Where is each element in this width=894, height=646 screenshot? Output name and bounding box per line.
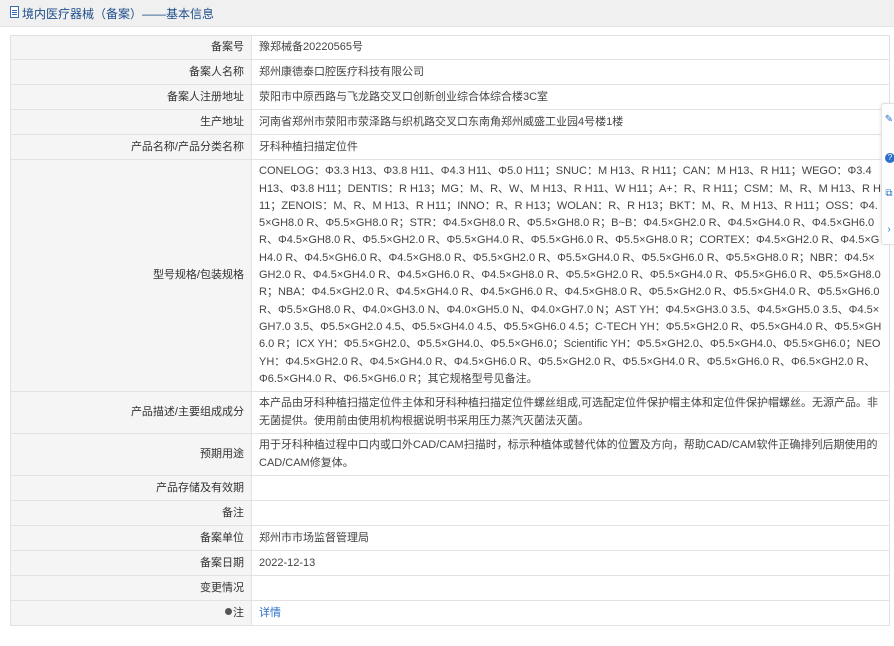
- page-title: 境内医疗器械（备案）——基本信息: [22, 7, 215, 21]
- row-value: 详情: [251, 600, 890, 627]
- table-row: 备案号 豫郑械备20220565号: [10, 34, 890, 61]
- row-value: 郑州康德泰口腔医疗科技有限公司: [251, 59, 890, 86]
- close-icon[interactable]: ›: [884, 223, 894, 237]
- row-label: 型号规格/包装规格: [10, 159, 252, 393]
- row-label: 产品名称/产品分类名称: [10, 134, 252, 161]
- table-row: 产品描述/主要组成成分 本产品由牙科种植扫描定位件主体和牙科种植扫描定位件螺丝组…: [10, 391, 890, 435]
- table-row: 备案日期 2022-12-13: [10, 550, 890, 577]
- table-row: 备案人名称 郑州康德泰口腔医疗科技有限公司: [10, 59, 890, 86]
- side-toolbar: ✎ ? ⧉ ›: [881, 103, 894, 245]
- table-row: 备注: [10, 500, 890, 527]
- row-label: 备案单位: [10, 525, 252, 552]
- row-value: [251, 575, 890, 602]
- row-label: 备案人注册地址: [10, 84, 252, 111]
- table-row: 产品名称/产品分类名称 牙科种植扫描定位件: [10, 134, 890, 161]
- table-row: 备案人注册地址 荥阳市中原西路与飞龙路交叉口创新创业综合体综合楼3C室: [10, 84, 890, 111]
- row-value: 豫郑械备20220565号: [251, 34, 890, 61]
- table-row: 生产地址 河南省郑州市荥阳市荥泽路与织机路交叉口东南角郑州威盛工业园4号楼1楼: [10, 109, 890, 136]
- table-row: 预期用途 用于牙科种植过程中口内或口外CAD/CAM扫描时，标示种植体或替代体的…: [10, 433, 890, 477]
- details-link[interactable]: 详情: [259, 607, 281, 619]
- row-label: 备注: [10, 500, 252, 527]
- table-row: 备案单位 郑州市市场监督管理局: [10, 525, 890, 552]
- row-value: 郑州市市场监督管理局: [251, 525, 890, 552]
- row-label: 备案日期: [10, 550, 252, 577]
- table-row: 产品存储及有效期: [10, 475, 890, 502]
- bullet-icon: [225, 607, 232, 615]
- row-value: 用于牙科种植过程中口内或口外CAD/CAM扫描时，标示种植体或替代体的位置及方向…: [251, 433, 890, 477]
- row-value: [251, 475, 890, 502]
- row-value: 荥阳市中原西路与飞龙路交叉口创新创业综合体综合楼3C室: [251, 84, 890, 111]
- edit-icon[interactable]: ✎: [884, 113, 894, 127]
- row-value: 河南省郑州市荥阳市荥泽路与织机路交叉口东南角郑州威盛工业园4号楼1楼: [251, 109, 890, 136]
- copy-icon[interactable]: ⧉: [884, 187, 894, 201]
- info-table: 备案号 豫郑械备20220565号 备案人名称 郑州康德泰口腔医疗科技有限公司 …: [10, 34, 890, 627]
- row-value: 本产品由牙科种植扫描定位件主体和牙科种植扫描定位件螺丝组成,可选配定位件保护帽主…: [251, 391, 890, 435]
- row-label: 生产地址: [10, 109, 252, 136]
- note-label: 注: [233, 606, 244, 619]
- row-label: 预期用途: [10, 433, 252, 477]
- row-label-note: 注: [10, 600, 252, 627]
- row-label: 变更情况: [10, 575, 252, 602]
- row-label: 备案人名称: [10, 59, 252, 86]
- row-value: [251, 500, 890, 527]
- table-row: 注 详情: [10, 600, 890, 627]
- row-label: 产品存储及有效期: [10, 475, 252, 502]
- row-label: 备案号: [10, 34, 252, 61]
- row-label: 产品描述/主要组成成分: [10, 391, 252, 435]
- row-value: 牙科种植扫描定位件: [251, 134, 890, 161]
- document-icon: [10, 6, 19, 18]
- help-icon[interactable]: ?: [885, 153, 894, 163]
- title-bar: 境内医疗器械（备案）——基本信息: [0, 0, 894, 27]
- row-value: 2022-12-13: [251, 550, 890, 577]
- table-row: 变更情况: [10, 575, 890, 602]
- row-value: CONELOG：Φ3.3 H13、Φ3.8 H11、Φ4.3 H11、Φ5.0 …: [251, 159, 890, 393]
- table-row: 型号规格/包装规格 CONELOG：Φ3.3 H13、Φ3.8 H11、Φ4.3…: [10, 159, 890, 393]
